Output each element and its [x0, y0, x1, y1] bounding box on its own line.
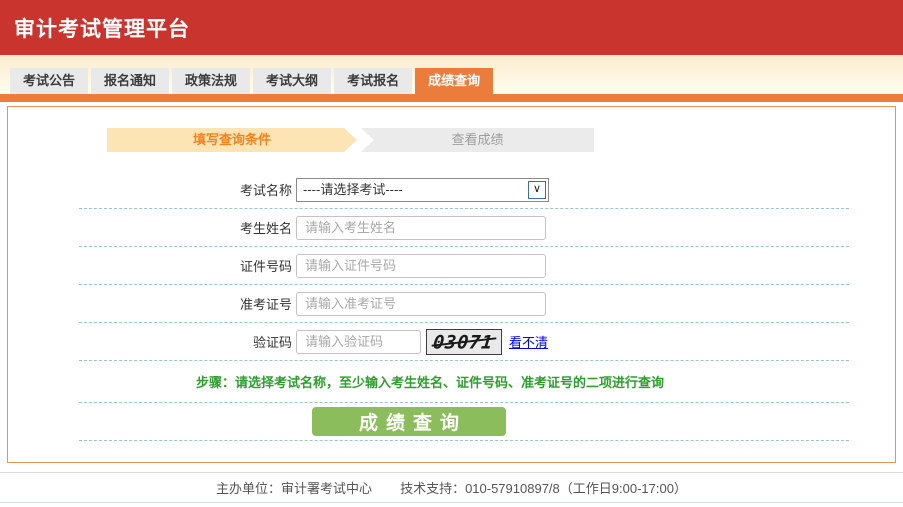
page-title: 审计考试管理平台 [14, 17, 190, 41]
form-row-exam-name: 考试名称 ----请选择考试---- ∨ [79, 171, 849, 209]
form-row-captcha: 验证码 03071 看不清 [79, 323, 849, 361]
form-row-id-number: 证件号码 [79, 247, 849, 285]
query-panel: 填写查询条件 查看成绩 考试名称 ----请选择考试---- ∨ 考生姓名 证件… [7, 106, 896, 463]
captcha-input[interactable] [296, 329, 421, 354]
chevron-down-icon[interactable]: ∨ [528, 180, 546, 199]
captcha-image[interactable]: 03071 [426, 328, 502, 355]
main-nav: 考试公告 报名通知 政策法规 考试大纲 考试报名 成绩查询 [0, 55, 903, 94]
tab-score-query[interactable]: 成绩查询 [415, 68, 494, 94]
tab-exam-announcements[interactable]: 考试公告 [10, 68, 89, 94]
footer-support: 技术支持：010-57910897/8（工作日9:00-17:00） [400, 481, 687, 496]
step-view-results: 查看成绩 [361, 128, 594, 152]
score-query-button[interactable]: 成绩查询 [312, 407, 506, 436]
candidate-name-label: 考生姓名 [239, 221, 292, 236]
admission-ticket-input[interactable] [296, 291, 546, 316]
exam-name-label: 考试名称 [239, 183, 292, 198]
tab-exam-outline[interactable]: 考试大纲 [253, 68, 332, 94]
app-header: 审计考试管理平台 [0, 0, 903, 55]
submit-row: 成绩查询 [79, 403, 849, 441]
page-footer: 主办单位：审计署考试中心 技术支持：010-57910897/8（工作日9:00… [0, 472, 903, 503]
instructions-text: 步骤：请选择考试名称，至少输入考生姓名、证件号码、准考证号的二项进行查询 [196, 375, 665, 390]
form-row-admission-ticket: 准考证号 [79, 285, 849, 323]
step-indicator: 填写查询条件 查看成绩 [107, 128, 594, 152]
captcha-label: 验证码 [252, 335, 292, 350]
step-fill-conditions: 填写查询条件 [107, 128, 357, 152]
instructions-row: 步骤：请选择考试名称，至少输入考生姓名、证件号码、准考证号的二项进行查询 [79, 361, 849, 403]
candidate-name-input[interactable] [296, 215, 546, 240]
footer-sponsor: 主办单位：审计署考试中心 [216, 481, 373, 496]
id-number-input[interactable] [296, 253, 546, 278]
tab-registration-notices[interactable]: 报名通知 [91, 68, 170, 94]
tab-exam-signup[interactable]: 考试报名 [334, 68, 413, 94]
tab-policies[interactable]: 政策法规 [172, 68, 251, 94]
exam-select[interactable]: ----请选择考试---- ∨ [296, 177, 549, 202]
captcha-refresh-link[interactable]: 看不清 [509, 332, 548, 351]
query-form: 考试名称 ----请选择考试---- ∨ 考生姓名 证件号码 准考证号 验证码 … [79, 171, 849, 441]
exam-select-value: ----请选择考试---- [303, 181, 403, 197]
id-number-label: 证件号码 [239, 259, 292, 274]
admission-ticket-label: 准考证号 [239, 297, 292, 312]
accent-bar [0, 94, 903, 102]
form-row-candidate-name: 考生姓名 [79, 209, 849, 247]
